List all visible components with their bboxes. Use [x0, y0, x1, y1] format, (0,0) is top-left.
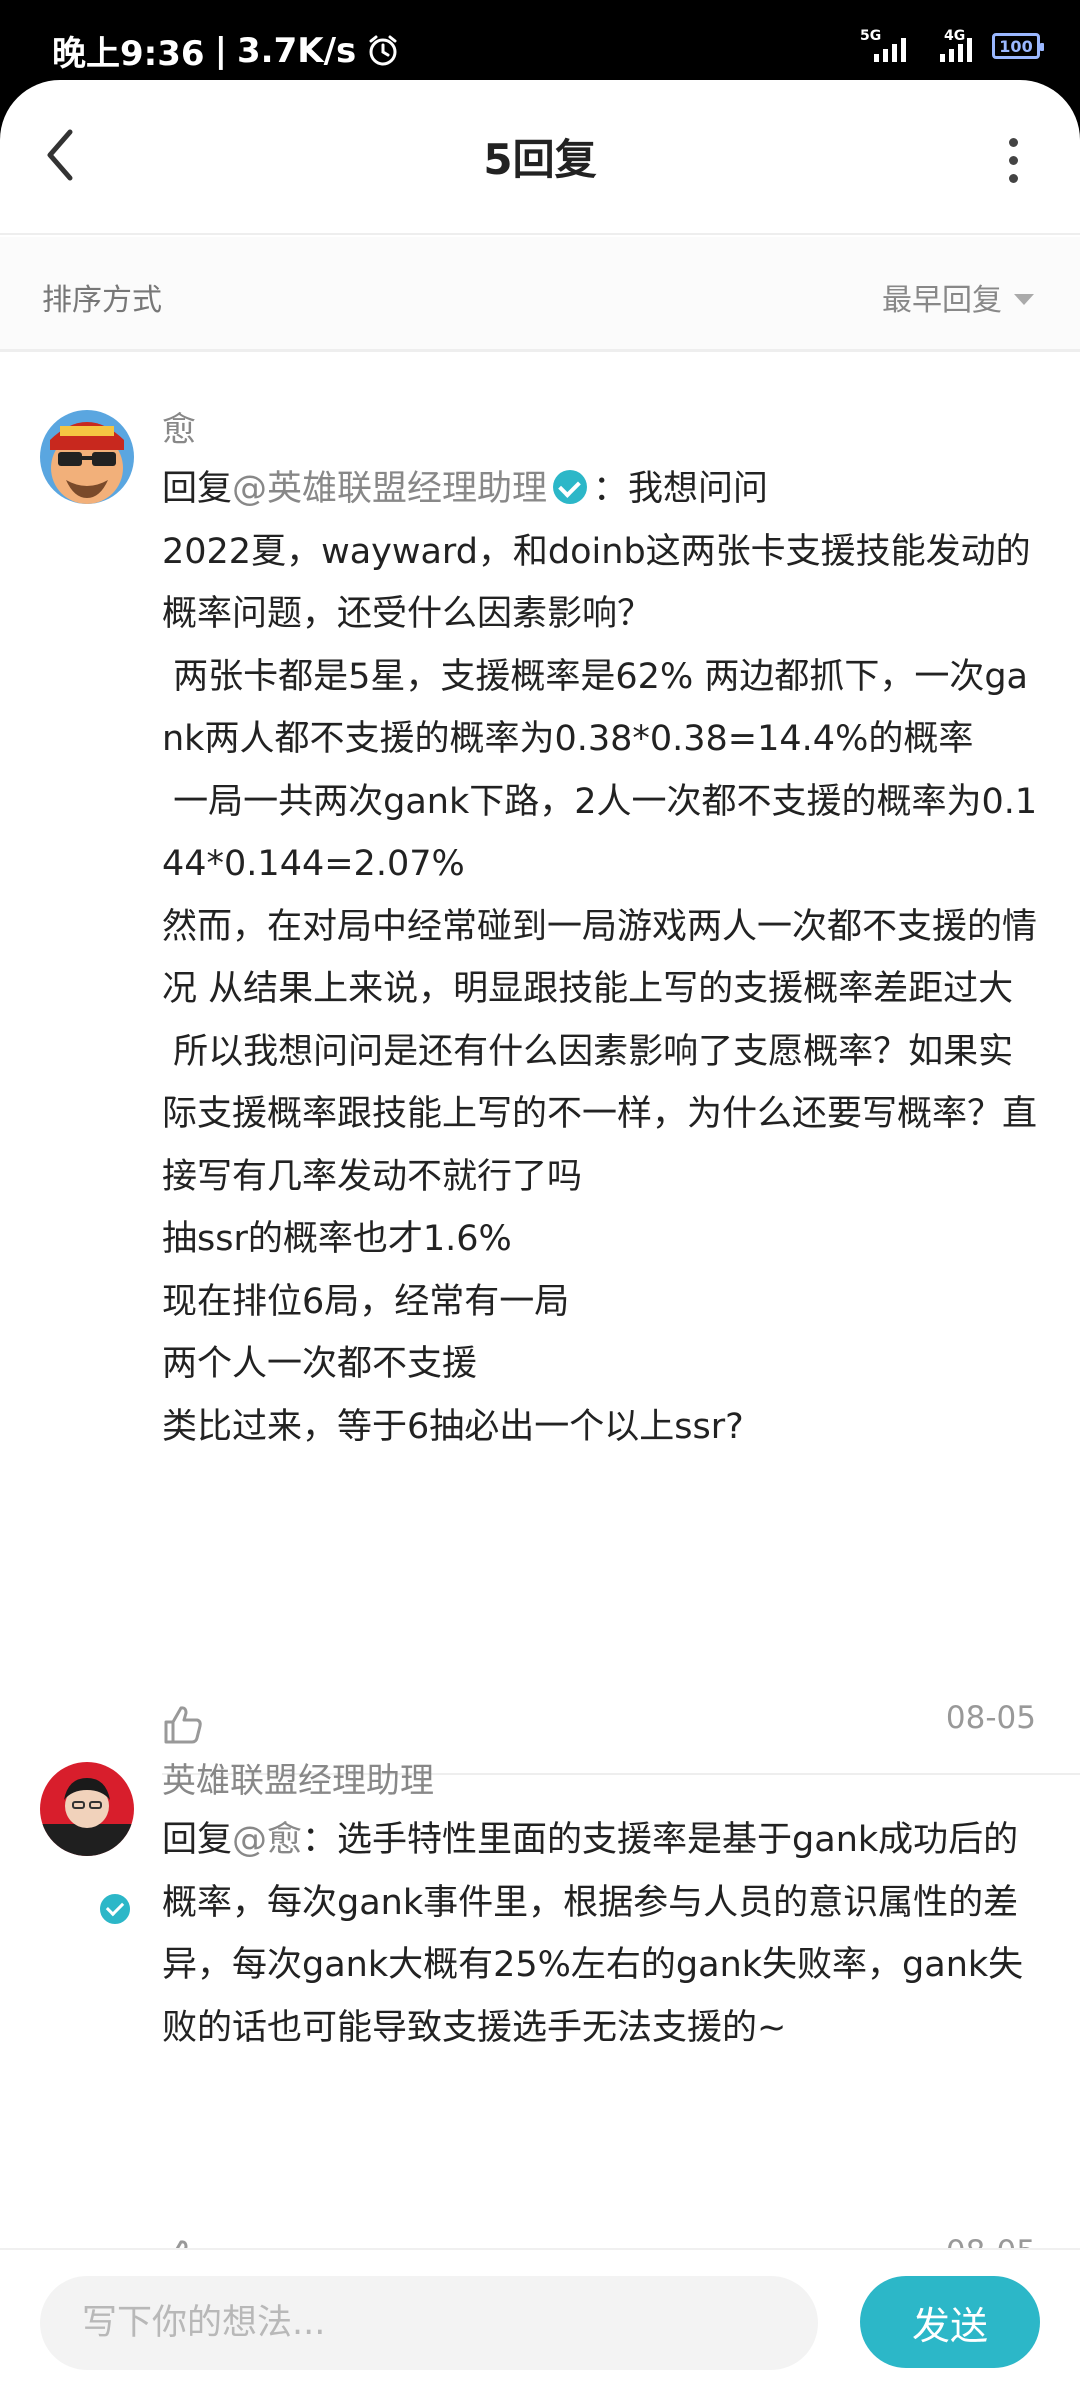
reply-input[interactable] [40, 2276, 818, 2370]
status-separator: | [214, 30, 227, 71]
signal-4g-icon: 4G [926, 28, 974, 62]
comment-author[interactable]: 愈 [162, 402, 196, 451]
caret-down-icon [1014, 293, 1034, 305]
mention-link[interactable]: @英雄联盟经理助理 [232, 469, 547, 509]
more-dot-icon [1008, 138, 1018, 147]
status-speed: 3.7K/s [237, 30, 357, 71]
comment-body: 回复@愈：选手特性里面的支援率是基于gank成功后的概率，每次gank事件里，根… [162, 1809, 1042, 2059]
status-bar: 晚上9:36 | 3.7K/s 5G 4G 100 [0, 0, 1080, 80]
reply-colon: ： [593, 469, 629, 509]
sort-value-label: 最早回复 [882, 283, 1002, 318]
status-left: 晚上9:36 | 3.7K/s [52, 26, 400, 75]
avatar-image [40, 1762, 134, 1856]
reply-prefix: 回复 [162, 1820, 233, 1860]
send-button[interactable]: 发送 [860, 2276, 1040, 2368]
sort-bar: 排序方式 最早回复 [0, 237, 1080, 352]
alarm-icon [369, 35, 397, 65]
like-icon[interactable] [162, 1704, 204, 1746]
comment-text: 2022夏，wayward，和doinb这两张卡支援技能发动的概率问题，还受什么… [162, 531, 1038, 1447]
page-title: 5回复 [483, 135, 597, 184]
nav-header: 5回复 [0, 80, 1080, 235]
reply-colon: ： [302, 1820, 338, 1860]
comment-text: 我想问问 [628, 469, 769, 509]
avatar-image [40, 410, 134, 504]
comment-author[interactable]: 英雄联盟经理助理 [162, 1753, 434, 1802]
more-dot-icon [1008, 156, 1018, 165]
status-right: 5G 4G 100 [860, 28, 1044, 62]
reply-screen: 5回复 排序方式 最早回复 愈 回复@英雄联盟经理助理 ：我想问问 2022夏，… [0, 80, 1080, 2400]
verified-icon [553, 470, 588, 504]
more-options-button[interactable] [1006, 138, 1020, 184]
reply-prefix: 回复 [162, 469, 233, 509]
verified-badge-icon [96, 1890, 134, 1928]
mention-link[interactable]: @愈 [232, 1820, 302, 1860]
status-time: 晚上9:36 [52, 34, 205, 74]
battery-icon: 100 [992, 33, 1044, 59]
reply-composer: 发送 [0, 2248, 1080, 2400]
sort-label: 排序方式 [42, 283, 162, 318]
avatar[interactable] [40, 1762, 134, 1856]
comment-date: 08-05 [945, 1700, 1036, 1736]
avatar[interactable] [40, 410, 134, 504]
signal-5g-icon: 5G [860, 28, 908, 62]
more-dot-icon [1008, 174, 1018, 183]
comment-body: 回复@英雄联盟经理助理 ：我想问问 2022夏，wayward，和doinb这两张… [162, 458, 1042, 1458]
sort-dropdown[interactable]: 最早回复 [882, 275, 1034, 319]
